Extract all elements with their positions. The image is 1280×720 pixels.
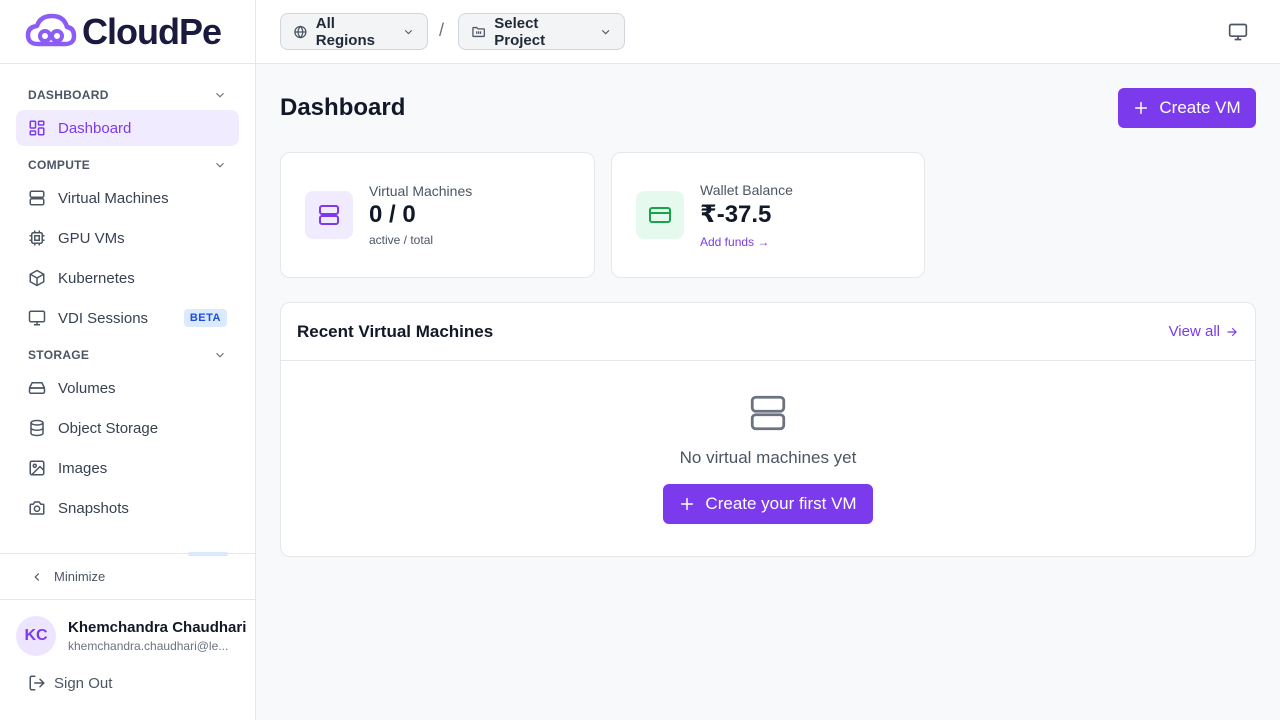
section-storage[interactable]: STORAGE [16, 340, 239, 370]
sidebar-item-volumes[interactable]: Volumes [16, 370, 239, 406]
empty-state-text: No virtual machines yet [679, 448, 857, 467]
breadcrumb-separator: / [439, 20, 445, 40]
section-title: STORAGE [28, 348, 90, 362]
camera-icon [29, 501, 45, 515]
sidebar-item-dashboard[interactable]: Dashboard [16, 110, 239, 146]
wallet-stat-icon-box [636, 191, 684, 239]
chevron-down-icon [216, 352, 224, 358]
sidebar-item-images[interactable]: Images [16, 450, 239, 486]
sidebar-item-label: Dashboard [58, 119, 132, 137]
sidebar-item-snapshots[interactable]: Snapshots [16, 490, 239, 526]
recent-vms-panel: Recent Virtual Machines View all No virt… [280, 302, 1256, 557]
image-icon [29, 460, 45, 476]
view-all-label: View all [1168, 323, 1220, 340]
chevron-down-icon [601, 29, 610, 34]
cloud-logo-icon [25, 13, 77, 46]
server-icon [29, 190, 45, 206]
sidebar-item-label: VDI Sessions [58, 309, 149, 327]
server-icon [319, 205, 339, 225]
region-label: All Regions [315, 14, 375, 49]
monitor-icon [28, 310, 46, 326]
create-first-vm-label: Create your first VM [705, 494, 857, 513]
sidebar: CloudPe DASHBOARD Dashboard COMPUTE Virt… [0, 0, 256, 720]
avatar: KC [16, 616, 56, 656]
top-bar: All Regions / Select Project [256, 0, 1280, 64]
wallet-stat-text: Wallet Balance ₹-37.5 Add funds → [700, 182, 793, 249]
sidebar-item-label: Kubernetes [58, 269, 135, 287]
cpu-icon [29, 230, 45, 246]
vm-stat-card[interactable]: Virtual Machines 0 / 0 active / total [280, 152, 595, 278]
chevron-left-icon [34, 572, 40, 581]
plus-icon [681, 497, 694, 511]
create-vm-label: Create VM [1159, 98, 1241, 117]
section-title: DASHBOARD [28, 88, 109, 102]
sign-out-label: Sign Out [54, 674, 113, 692]
beta-badge: BETA [183, 309, 227, 327]
dashboard-icon [29, 120, 45, 136]
arrow-right-icon [1227, 327, 1237, 336]
user-info: Khemchandra Chaudhari khemchandra.chaudh… [68, 619, 246, 653]
recent-vms-header: Recent Virtual Machines View all [281, 303, 1255, 361]
sidebar-item-gpu-vms[interactable]: GPU VMs [16, 220, 239, 256]
brand-name: CloudPe [82, 10, 222, 52]
sidebar-nav: DASHBOARD Dashboard COMPUTE Virtual Mach… [0, 64, 255, 553]
globe-icon [294, 25, 307, 38]
chevron-down-icon [404, 29, 413, 34]
cube-icon [29, 269, 45, 287]
section-title: COMPUTE [28, 158, 91, 172]
folder-icon [472, 26, 485, 37]
create-vm-button[interactable]: Create VM [1118, 88, 1256, 128]
sidebar-item-label: Snapshots [58, 499, 129, 517]
chevron-down-icon [216, 162, 224, 168]
vm-stat-text: Virtual Machines 0 / 0 active / total [369, 183, 472, 247]
wallet-balance-value: ₹-37.5 [700, 200, 772, 228]
wallet-stat-card: Wallet Balance ₹-37.5 Add funds → [611, 152, 925, 278]
user-profile[interactable]: KC Khemchandra Chaudhari khemchandra.cha… [16, 616, 246, 656]
hard-drive-icon [28, 382, 46, 394]
user-name: Khemchandra Chaudhari [68, 619, 246, 636]
logo[interactable]: CloudPe [0, 0, 255, 64]
sidebar-item-vdi-sessions[interactable]: VDI Sessions BETA [16, 300, 239, 336]
vm-stat-label: Virtual Machines [369, 183, 473, 199]
project-label: Select Project [494, 14, 546, 49]
add-funds-link[interactable]: Add funds → [700, 235, 793, 249]
sidebar-item-virtual-machines[interactable]: Virtual Machines [16, 180, 239, 216]
chevron-down-icon [216, 92, 224, 98]
sidebar-item-kubernetes[interactable]: Kubernetes [16, 260, 239, 296]
database-icon [30, 419, 44, 437]
region-selector[interactable]: All Regions [280, 13, 428, 50]
minimize-label: Minimize [54, 569, 106, 584]
wallet-stat-label: Wallet Balance [700, 181, 793, 198]
page-title: Dashboard [280, 94, 406, 121]
logout-icon [29, 675, 45, 691]
sidebar-item-label: Virtual Machines [58, 189, 169, 207]
credit-card-icon [649, 207, 671, 223]
vm-stat-icon-box [305, 191, 353, 239]
sidebar-item-object-storage[interactable]: Object Storage [16, 410, 239, 446]
plus-icon [1135, 101, 1148, 115]
sidebar-item-label: Images [58, 459, 108, 477]
project-selector[interactable]: Select Project [458, 13, 625, 50]
sidebar-item-label: GPU VMs [58, 229, 125, 247]
sidebar-item-label: Volumes [58, 379, 116, 397]
recent-vms-title: Recent Virtual Machines [297, 321, 494, 341]
section-compute[interactable]: COMPUTE [16, 150, 239, 180]
user-email: khemchandra.chaudhari@le... [68, 639, 229, 653]
monitor-icon[interactable] [1228, 22, 1248, 42]
vm-stat-sub: active / total [369, 233, 434, 247]
server-icon [750, 395, 786, 431]
view-all-link[interactable]: View all [1169, 323, 1239, 340]
vm-stat-value: 0 / 0 [369, 201, 416, 228]
sidebar-item-label: Object Storage [58, 419, 159, 437]
minimize-button[interactable]: Minimize [0, 553, 255, 600]
sign-out-button[interactable]: Sign Out [28, 674, 112, 692]
section-dashboard[interactable]: DASHBOARD [16, 80, 239, 110]
create-first-vm-button[interactable]: Create your first VM [663, 484, 873, 524]
